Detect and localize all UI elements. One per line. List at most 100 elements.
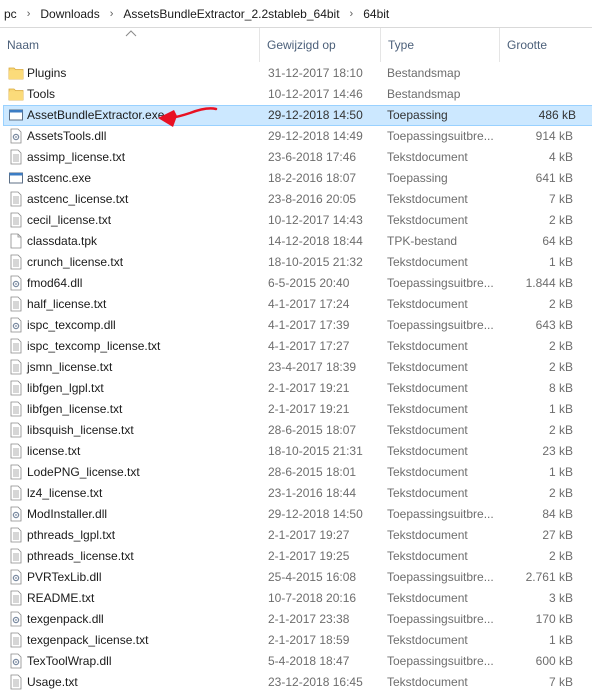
file-row[interactable]: cecil_license.txt 10-12-2017 14:43 Tekstdo… (0, 210, 592, 231)
file-row[interactable]: astcenc_license.txt 23-8-2016 20:05 Tekstd… (0, 189, 592, 210)
file-size: 64 kB (542, 234, 573, 248)
file-row[interactable]: AssetsTools.dll 29-12-2018 14:49 Toepassin… (0, 126, 592, 147)
file-row[interactable]: fmod64.dll 6-5-2015 20:40 Toepassingsuitbr… (0, 273, 592, 294)
file-row[interactable]: ModInstaller.dll 29-12-2018 14:50 Toepassi… (0, 504, 592, 525)
file-row[interactable]: Usage.txt 23-12-2018 16:45 Tekstdocument 7 … (0, 672, 592, 693)
file-type: Bestandsmap (387, 87, 461, 101)
file-name[interactable]: Tools (27, 84, 55, 105)
file-modified-date: 23-12-2018 16:45 (268, 675, 363, 689)
file-name[interactable]: classdata.tpk (27, 231, 97, 252)
file-size: 914 kB (535, 129, 573, 143)
file-row[interactable]: LodePNG_license.txt 28-6-2015 18:01 Tekstd… (0, 462, 592, 483)
file-row[interactable]: TexToolWrap.dll 5-4-2018 18:47 Toepassings… (0, 651, 592, 672)
folder-icon (8, 86, 24, 102)
file-row[interactable]: libsquish_license.txt 28-6-2015 18:07 Teks… (0, 420, 592, 441)
file-type: Toepassing (387, 171, 448, 185)
file-size: 1 kB (548, 465, 573, 479)
txt-icon (8, 254, 24, 270)
file-row[interactable]: Plugins 31-12-2017 18:10 Bestandsmap (0, 63, 592, 84)
file-row[interactable]: PVRTexLib.dll 25-4-2015 16:08 Toepassingsu… (0, 567, 592, 588)
file-type: Tekstdocument (387, 213, 468, 227)
file-modified-date: 5-4-2018 18:47 (268, 654, 350, 668)
file-name[interactable]: fmod64.dll (27, 273, 82, 294)
file-size: 2 kB (548, 549, 573, 563)
file-name[interactable]: ispc_texcomp_license.txt (27, 336, 160, 357)
column-header-bar: Naam Gewijzigd op Type Grootte (0, 28, 592, 62)
file-type: Tekstdocument (387, 255, 468, 269)
file-name[interactable]: astcenc_license.txt (27, 189, 128, 210)
file-row[interactable]: texgenpack.dll 2-1-2017 23:38 Toepassingsu… (0, 609, 592, 630)
file-row[interactable]: half_license.txt 4-1-2017 17:24 Tekstdocum… (0, 294, 592, 315)
file-icon (8, 233, 24, 249)
file-type: Toepassingsuitbre... (387, 612, 494, 626)
file-row[interactable]: assimp_license.txt 23-6-2018 17:46 Tekstdo… (0, 147, 592, 168)
breadcrumb-item-pc[interactable]: pc (2, 7, 19, 21)
breadcrumb-item-downloads[interactable]: Downloads (38, 7, 101, 21)
file-name[interactable]: ispc_texcomp.dll (27, 315, 116, 336)
chevron-right-icon[interactable]: › (102, 8, 122, 20)
dll-icon (8, 611, 24, 627)
file-row[interactable]: texgenpack_license.txt 2-1-2017 18:59 Teks… (0, 630, 592, 651)
file-row[interactable]: Tools 10-12-2017 14:46 Bestandsmap (0, 84, 592, 105)
file-name[interactable]: pthreads_license.txt (27, 546, 134, 567)
file-name[interactable]: pthreads_lgpl.txt (27, 525, 115, 546)
file-row[interactable]: jsmn_license.txt 23-4-2017 18:39 Tekstdocu… (0, 357, 592, 378)
file-row-selected[interactable]: AssetBundleExtractor.exe 29-12-2018 14:50… (3, 105, 592, 126)
file-name[interactable]: crunch_license.txt (27, 252, 123, 273)
file-name[interactable]: libfgen_license.txt (27, 399, 122, 420)
file-name[interactable]: half_license.txt (27, 294, 106, 315)
file-size: 2 kB (548, 213, 573, 227)
file-size: 486 kB (538, 108, 576, 122)
file-name[interactable]: texgenpack_license.txt (27, 630, 148, 651)
file-row[interactable]: ispc_texcomp.dll 4-1-2017 17:39 Toepassing… (0, 315, 592, 336)
file-name[interactable]: license.txt (27, 441, 80, 462)
file-name[interactable]: TexToolWrap.dll (27, 651, 111, 672)
column-header-size[interactable]: Grootte (500, 28, 592, 62)
file-row[interactable]: astcenc.exe 18-2-2016 18:07 Toepassing 641 … (0, 168, 592, 189)
file-type: Tekstdocument (387, 150, 468, 164)
folder-icon (8, 65, 24, 81)
file-name[interactable]: texgenpack.dll (27, 609, 104, 630)
file-name[interactable]: libsquish_license.txt (27, 420, 134, 441)
file-name[interactable]: cecil_license.txt (27, 210, 111, 231)
file-type: Tekstdocument (387, 402, 468, 416)
file-name[interactable]: AssetsTools.dll (27, 126, 106, 147)
column-header-name[interactable]: Naam (0, 28, 260, 62)
file-row[interactable]: classdata.tpk 14-12-2018 18:44 TPK-bestand… (0, 231, 592, 252)
column-header-date[interactable]: Gewijzigd op (260, 28, 381, 62)
file-name[interactable]: libfgen_lgpl.txt (27, 378, 104, 399)
file-name[interactable]: jsmn_license.txt (27, 357, 112, 378)
file-row[interactable]: license.txt 18-10-2015 21:31 Tekstdocument… (0, 441, 592, 462)
file-type: Bestandsmap (387, 66, 461, 80)
file-row[interactable]: pthreads_lgpl.txt 2-1-2017 19:27 Tekstdocu… (0, 525, 592, 546)
file-row[interactable]: libfgen_license.txt 2-1-2017 19:21 Tekstdo… (0, 399, 592, 420)
file-modified-date: 18-10-2015 21:32 (268, 255, 363, 269)
file-name[interactable]: LodePNG_license.txt (27, 462, 140, 483)
file-type: Tekstdocument (387, 465, 468, 479)
file-name[interactable]: PVRTexLib.dll (27, 567, 101, 588)
file-size: 2 kB (548, 297, 573, 311)
file-row[interactable]: lz4_license.txt 23-1-2016 18:44 Tekstdocum… (0, 483, 592, 504)
file-size: 23 kB (542, 444, 573, 458)
file-modified-date: 29-12-2018 14:49 (268, 129, 363, 143)
file-row[interactable]: libfgen_lgpl.txt 2-1-2017 19:21 Tekstdocum… (0, 378, 592, 399)
file-row[interactable]: crunch_license.txt 18-10-2015 21:32 Tekstd… (0, 252, 592, 273)
file-name[interactable]: lz4_license.txt (27, 483, 102, 504)
file-name[interactable]: astcenc.exe (27, 168, 91, 189)
breadcrumb-item-64bit[interactable]: 64bit (361, 7, 391, 21)
file-row[interactable]: pthreads_license.txt 2-1-2017 19:25 Tekstd… (0, 546, 592, 567)
file-name[interactable]: Usage.txt (27, 672, 78, 693)
breadcrumb-item-extractor-folder[interactable]: AssetsBundleExtractor_2.2stableb_64bit (121, 7, 341, 21)
column-header-type[interactable]: Type (381, 28, 500, 62)
file-name[interactable]: AssetBundleExtractor.exe (27, 105, 164, 126)
chevron-right-icon[interactable]: › (342, 8, 362, 20)
file-row[interactable]: README.txt 10-7-2018 20:16 Tekstdocument 3 … (0, 588, 592, 609)
chevron-right-icon[interactable]: › (19, 8, 39, 20)
file-name[interactable]: Plugins (27, 63, 66, 84)
file-type: Tekstdocument (387, 297, 468, 311)
file-name[interactable]: README.txt (27, 588, 94, 609)
file-row[interactable]: ispc_texcomp_license.txt 4-1-2017 17:27 Te… (0, 336, 592, 357)
file-size: 170 kB (535, 612, 573, 626)
file-name[interactable]: assimp_license.txt (27, 147, 125, 168)
file-name[interactable]: ModInstaller.dll (27, 504, 107, 525)
